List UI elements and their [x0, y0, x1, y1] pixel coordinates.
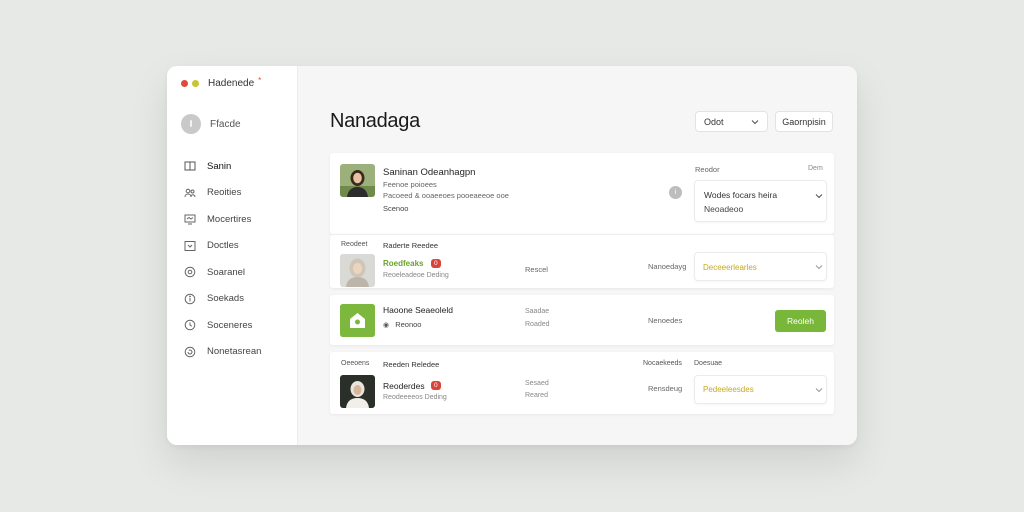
main-content: Nanadaga Odot Gaornpisin Saninan Odeanha…	[298, 66, 857, 445]
monitor-icon	[184, 213, 196, 225]
row-header-left: Oeeoens	[341, 360, 370, 367]
chevron-down-icon	[815, 263, 823, 272]
sidebar-item-label: Nonetasrean	[207, 346, 262, 358]
row-meta: ◉ Reonoo	[383, 320, 422, 329]
avatar[interactable]	[340, 164, 375, 197]
sidebar-item-label: Reoities	[207, 187, 242, 199]
row-status: Nanoedayg	[648, 262, 687, 271]
primary-action-button[interactable]: Reoleh	[775, 310, 826, 332]
avatar	[181, 114, 201, 134]
status-dropdown[interactable]: Deceeerlearles	[694, 252, 827, 281]
profile-name: Ffacde	[210, 118, 241, 130]
sidebar-item-nonetasrean[interactable]: Nonetasrean	[184, 339, 261, 366]
brand-dot-red-icon	[181, 80, 188, 87]
avatar[interactable]	[340, 254, 375, 287]
chevron-down-icon	[815, 386, 823, 395]
row-name: Reoderdes	[383, 381, 425, 391]
chevron-down-icon	[751, 117, 759, 127]
row-header-title: Reeden Reledee	[383, 360, 440, 369]
brand-name: Hadenede	[208, 78, 255, 89]
clock-circle-icon	[184, 319, 196, 331]
row-status: Rensdeug	[648, 384, 683, 393]
row-column-label: Saadae	[525, 308, 550, 315]
book-icon	[184, 160, 196, 172]
row-column-label-2: Roaded	[525, 321, 550, 328]
info-circle-icon	[184, 293, 196, 305]
dropdown-value: Pedeeleesdes	[703, 385, 754, 394]
sidebar-item-label: Sanin	[207, 160, 232, 172]
card-featured: Saninan Odeanhagpn Feenoe poioees Pacoee…	[330, 153, 834, 234]
avatar[interactable]	[340, 375, 375, 408]
dropdown-line-2: Neoadeoo	[704, 204, 744, 214]
record-dot-icon: ◉	[383, 322, 390, 329]
brand-dot-yellow-icon	[192, 80, 199, 87]
row-column-label-2: Reared	[525, 392, 548, 399]
dropdown-line-1: Wodes focars heira	[704, 190, 778, 200]
sidebar: Hadenede * Ffacde Sanin Reoities Mocerti…	[167, 66, 298, 445]
card-meta: Scenoo	[383, 204, 409, 213]
status-dropdown[interactable]: Pedeeleesdes	[694, 375, 827, 404]
profile[interactable]: Ffacde	[181, 114, 241, 134]
notification-badge: 0	[431, 381, 441, 390]
app-icon[interactable]	[340, 304, 375, 337]
sidebar-item-soceneres[interactable]: Soceneres	[184, 312, 261, 339]
card-subtitle: Feenoe poioees	[383, 180, 437, 189]
sidebar-item-soekads[interactable]: Soekads	[184, 286, 261, 313]
brand[interactable]: Hadenede *	[181, 76, 262, 89]
sidebar-item-reoities[interactable]: Reoities	[184, 180, 261, 207]
info-icon[interactable]: i	[669, 186, 682, 199]
column-label-secondary: Dem	[808, 165, 823, 172]
row-column-label: Rescel	[525, 265, 548, 274]
row-column-label: Sesaed	[525, 380, 549, 387]
sidebar-item-sanin[interactable]: Sanin	[184, 153, 261, 180]
card-row-4: Oeeoens Reeden Reledee Nocaekeeds Doesua…	[330, 352, 834, 414]
row-header-right-2: Doesuae	[694, 360, 723, 367]
notification-badge: 0	[431, 259, 441, 268]
sidebar-item-label: Mocertires	[207, 213, 252, 225]
filter-select[interactable]: Odot	[695, 111, 768, 132]
sidebar-item-label: Doctles	[207, 240, 239, 252]
card-row-2: Reodeet Raderte Reedee Roedfeaks 0 Reoel…	[330, 234, 834, 288]
chevron-down-icon	[815, 192, 823, 201]
app-window: Hadenede * Ffacde Sanin Reoities Mocerti…	[167, 66, 857, 445]
sidebar-item-doctles[interactable]: Doctles	[184, 233, 261, 260]
card-title: Saninan Odeanhagpn	[383, 167, 476, 178]
sidebar-item-label: Soaranel	[207, 266, 246, 278]
dropdown-value: Deceeerlearles	[703, 263, 757, 272]
row-header-right-1: Nocaekeeds	[643, 360, 682, 367]
row-name: Roedfeaks	[383, 259, 424, 268]
row-header-title: Raderte Reedee	[383, 241, 439, 250]
sidebar-item-label: Soceneres	[207, 319, 253, 331]
card-row-3: Haoone Seaeoleld ◉ Reonoo Saadae Roaded …	[330, 295, 834, 345]
download-box-icon	[184, 240, 196, 252]
refresh-circle-icon	[184, 346, 196, 358]
row-meta: Reoeleadeoe Deding	[383, 272, 449, 279]
row-status: Nenoedes	[648, 316, 683, 325]
page-title: Nanadaga	[330, 110, 420, 132]
sidebar-item-mocertires[interactable]: Mocertires	[184, 206, 261, 233]
row-header-left: Reodeet	[341, 241, 368, 248]
sidebar-item-soaranel[interactable]: Soaranel	[184, 259, 261, 286]
filter-select-value: Odot	[704, 116, 724, 127]
settings-circle-icon	[184, 266, 196, 278]
column-label: Reodor	[695, 165, 720, 174]
card-description: Pacoeed & ooaeeoes pooeaeeoe ooe	[383, 191, 509, 200]
sidebar-item-label: Soekads	[207, 293, 244, 305]
assignee-dropdown[interactable]: Wodes focars heira Neoadeoo	[694, 180, 827, 222]
brand-mark: *	[258, 76, 262, 85]
top-action-button[interactable]: Gaornpisin	[775, 111, 833, 132]
row-meta: Reodeeeeos Deding	[383, 394, 447, 401]
users-icon	[184, 187, 196, 199]
sidebar-nav: Sanin Reoities Mocertires Doctles Soaran…	[184, 153, 261, 365]
row-title: Haoone Seaeoleld	[383, 305, 453, 315]
